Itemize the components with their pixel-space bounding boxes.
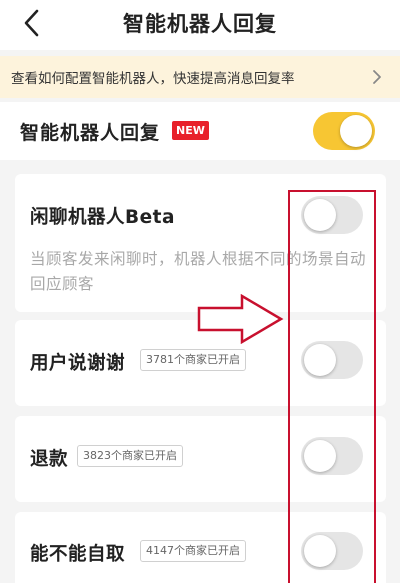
banner-text: 查看如何配置智能机器人，快速提高消息回复率 bbox=[11, 71, 295, 87]
enabled-count-badge: 3781个商家已开启 bbox=[140, 349, 246, 371]
right-arrow-icon bbox=[197, 294, 284, 344]
master-label: 智能机器人回复 bbox=[20, 122, 161, 144]
new-badge: NEW bbox=[172, 121, 209, 140]
chevron-right-icon bbox=[373, 70, 381, 84]
highlight-box bbox=[288, 190, 376, 583]
page-title: 智能机器人回复 bbox=[123, 12, 277, 36]
enabled-count-badge: 3823个商家已开启 bbox=[77, 445, 183, 467]
feature-title: 退款 bbox=[30, 449, 69, 470]
toggle-knob bbox=[340, 115, 372, 147]
feature-title: 用户说谢谢 bbox=[30, 353, 126, 374]
feature-title: 能不能自取 bbox=[30, 544, 126, 565]
master-toggle[interactable] bbox=[313, 112, 375, 150]
help-banner[interactable]: 查看如何配置智能机器人，快速提高消息回复率 bbox=[0, 56, 400, 98]
feature-title: 闲聊机器人Beta bbox=[30, 207, 175, 228]
enabled-count-badge: 4147个商家已开启 bbox=[140, 540, 246, 562]
header-bar: 智能机器人回复 bbox=[0, 0, 400, 50]
